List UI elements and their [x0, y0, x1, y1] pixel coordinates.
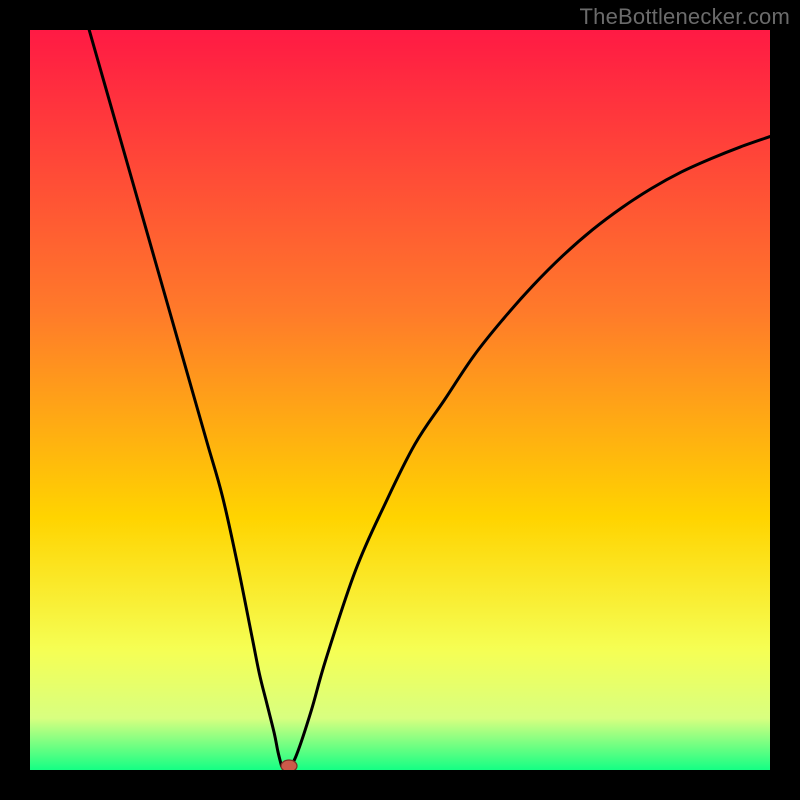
- watermark-text: TheBottlenecker.com: [580, 4, 790, 30]
- gradient-background: [30, 30, 770, 770]
- plot-area: [30, 30, 770, 770]
- chart-svg: [30, 30, 770, 770]
- optimum-marker: [281, 760, 297, 770]
- chart-frame: TheBottlenecker.com: [0, 0, 800, 800]
